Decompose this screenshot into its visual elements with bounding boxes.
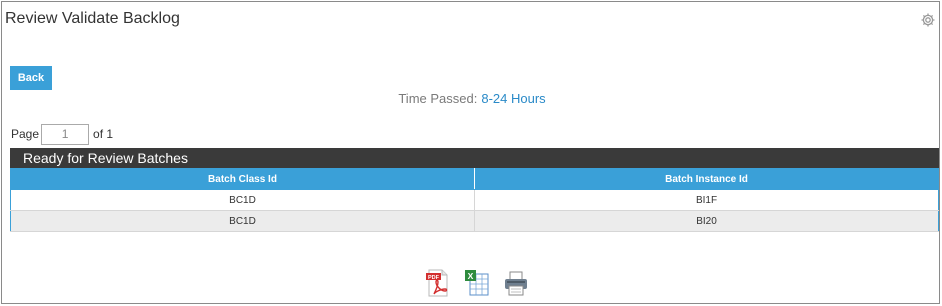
excel-export-icon[interactable]: X [464,269,490,297]
main-panel: Review Validate Backlog Back Time Passed… [1,1,940,304]
time-passed-label: Time Passed: [398,91,478,106]
cell-batch-instance-id: BI1F [474,189,939,211]
print-icon[interactable] [503,269,529,297]
time-passed: Time Passed: 8-24 Hours [2,91,942,106]
pdf-export-icon[interactable]: PDF [425,269,451,297]
svg-text:X: X [468,271,474,281]
table-header-row: Batch Class Id Batch Instance Id [10,168,939,190]
batches-grid: Ready for Review Batches Batch Class Id … [10,148,939,232]
column-header-batch-instance-id[interactable]: Batch Instance Id [474,168,939,190]
cell-batch-instance-id: BI20 [474,210,939,232]
time-passed-value[interactable]: 8-24 Hours [481,91,545,106]
column-header-batch-class-id[interactable]: Batch Class Id [10,168,475,190]
cell-batch-class-id: BC1D [10,189,475,211]
export-toolbar: PDF X [425,269,529,297]
batches-table: Batch Class Id Batch Instance Id BC1D BI… [10,168,939,232]
page-count-label: of 1 [93,127,114,141]
pager: Page of 1 [11,123,113,145]
back-button[interactable]: Back [10,66,52,90]
table-row[interactable]: BC1D BI1F [10,189,939,211]
page-label: Page [11,127,40,141]
gear-icon[interactable] [920,12,936,28]
page-number-input[interactable] [41,123,90,145]
grid-caption: Ready for Review Batches [10,148,939,168]
svg-text:PDF: PDF [428,275,440,281]
table-row[interactable]: BC1D BI20 [10,210,939,232]
cell-batch-class-id: BC1D [10,210,475,232]
page-title: Review Validate Backlog [5,10,180,27]
